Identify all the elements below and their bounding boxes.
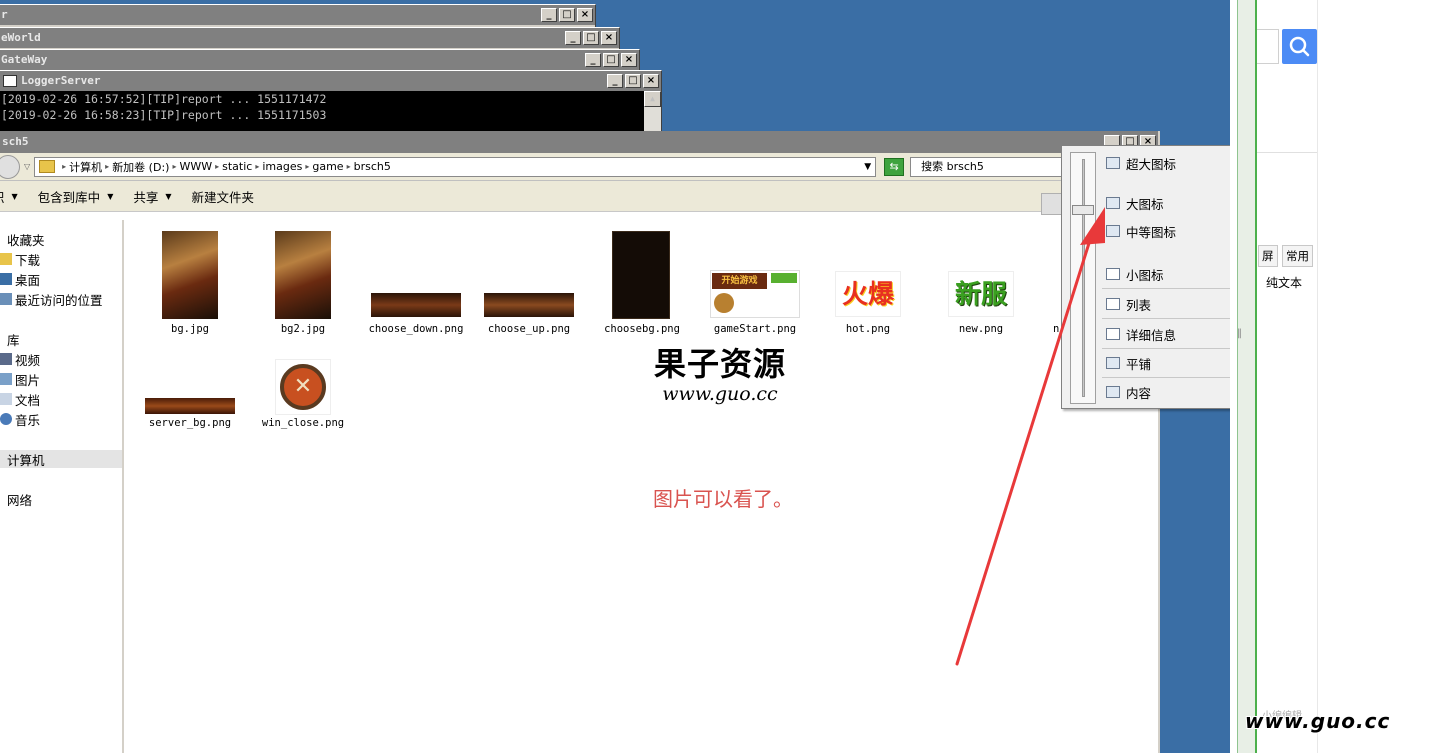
bottom-watermark: www.guo.cc [1245,709,1391,733]
annotation-arrow [955,207,1105,666]
